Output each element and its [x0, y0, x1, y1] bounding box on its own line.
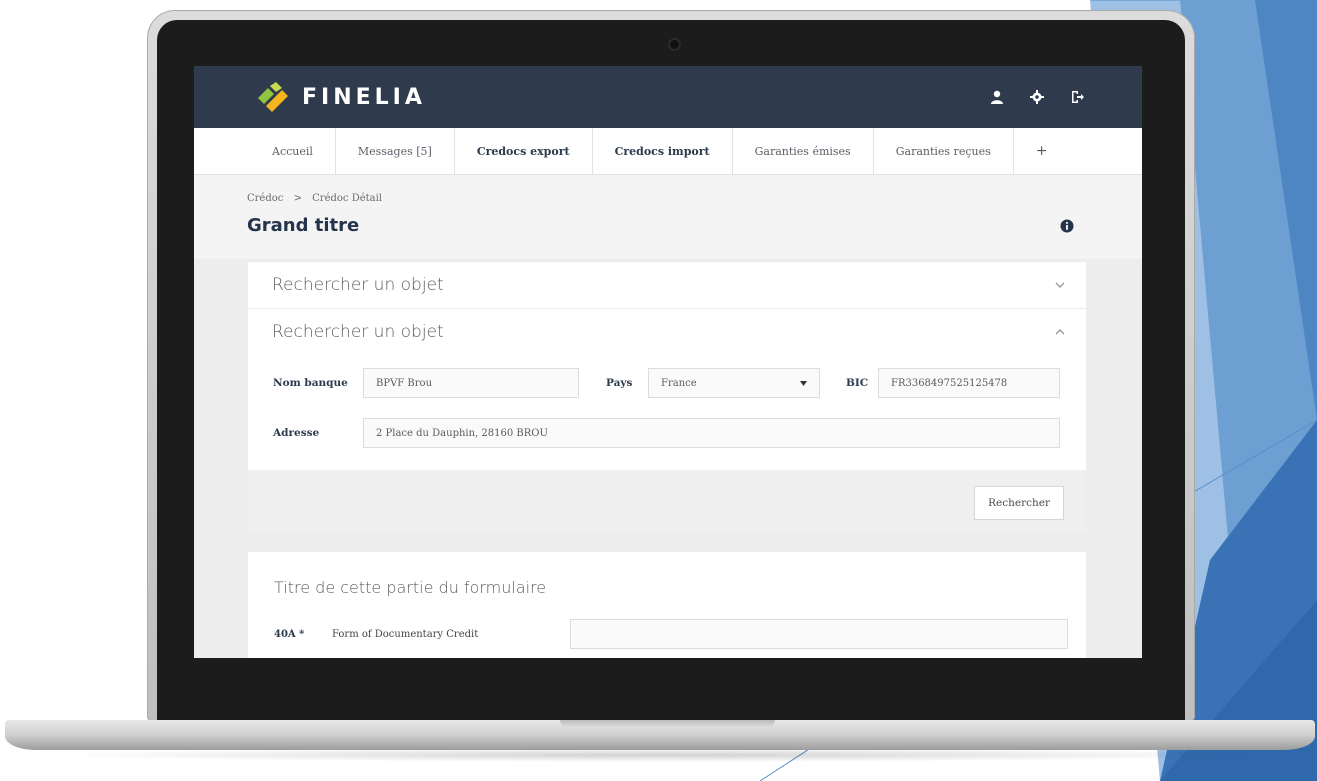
address-label: Adresse: [273, 427, 320, 439]
chevron-down-icon[interactable]: [1054, 279, 1066, 291]
breadcrumb-item-credoc[interactable]: Crédoc: [247, 193, 283, 204]
logo-mark-icon: [258, 82, 288, 112]
form-section: Titre de cette partie du formulaire 40A …: [248, 552, 1086, 658]
form-row-40a: 40A * Form of Documentary Credit: [274, 619, 1068, 649]
breadcrumb: Crédoc > Crédoc Détail: [247, 193, 382, 204]
nav-item-garanties-emises[interactable]: Garanties émises: [733, 128, 874, 174]
page-title: Grand titre: [247, 215, 360, 236]
documentary-credit-form-input[interactable]: [570, 619, 1068, 649]
user-icon[interactable]: [988, 88, 1006, 106]
nav-item-credocs-export[interactable]: Credocs export: [455, 128, 593, 174]
form-row-bank: Nom banque BPVF Brou: [273, 368, 579, 398]
form-row-country: Pays France: [606, 368, 820, 398]
laptop-notch: [560, 720, 775, 728]
bank-label: Nom banque: [273, 377, 348, 389]
app-screen: FINELIA Accueil Messages [5] Credocs exp…: [194, 66, 1142, 658]
search-panel: Rechercher un objet Rechercher un objet …: [248, 262, 1086, 532]
country-select-value: France: [661, 377, 697, 389]
nav-item-messages[interactable]: Messages [5]: [336, 128, 455, 174]
page-header: Crédoc > Crédoc Détail Grand titre: [194, 175, 1142, 259]
breadcrumb-item-credoc-detail: Crédoc Détail: [312, 193, 383, 204]
laptop-shadow: [40, 748, 1280, 762]
breadcrumb-separator: >: [293, 193, 302, 204]
top-bar: FINELIA: [194, 66, 1142, 128]
accordion-title: Rechercher un objet: [272, 322, 444, 342]
form-row-bic: BIC FR3368497525125478: [846, 368, 1060, 398]
accordion-collapsed[interactable]: Rechercher un objet: [248, 262, 1086, 309]
topbar-actions: [988, 88, 1086, 106]
bank-name-input[interactable]: BPVF Brou: [363, 368, 579, 398]
camera-dot: [670, 40, 679, 49]
section-title: Titre de cette partie du formulaire: [274, 578, 547, 597]
info-icon[interactable]: [1060, 219, 1074, 233]
field-code: 40A *: [274, 628, 305, 640]
bic-label: BIC: [846, 377, 869, 389]
nav-add-button[interactable]: +: [1014, 128, 1070, 174]
nav-item-garanties-recues[interactable]: Garanties reçues: [874, 128, 1014, 174]
chevron-up-icon[interactable]: [1054, 326, 1066, 338]
brand-name: FINELIA: [302, 84, 426, 110]
caret-down-icon: [800, 381, 807, 386]
logout-icon[interactable]: [1068, 88, 1086, 106]
country-label: Pays: [606, 377, 633, 389]
address-input[interactable]: 2 Place du Dauphin, 28160 BROU: [363, 418, 1060, 448]
gear-icon[interactable]: [1028, 88, 1046, 106]
nav-item-credocs-import[interactable]: Credocs import: [593, 128, 733, 174]
accordion-title: Rechercher un objet: [272, 275, 444, 295]
logo[interactable]: FINELIA: [256, 82, 426, 112]
bic-input[interactable]: FR3368497525125478: [878, 368, 1060, 398]
accordion-open[interactable]: Rechercher un objet: [248, 309, 1086, 355]
field-label: Form of Documentary Credit: [332, 628, 479, 640]
nav-item-accueil[interactable]: Accueil: [250, 128, 336, 174]
form-row-address: Adresse 2 Place du Dauphin, 28160 BROU: [273, 418, 1060, 448]
main-nav: Accueil Messages [5] Credocs export Cred…: [194, 128, 1142, 175]
search-button[interactable]: Rechercher: [974, 486, 1064, 520]
search-panel-footer: Rechercher: [248, 470, 1086, 532]
country-select[interactable]: France: [648, 368, 820, 398]
